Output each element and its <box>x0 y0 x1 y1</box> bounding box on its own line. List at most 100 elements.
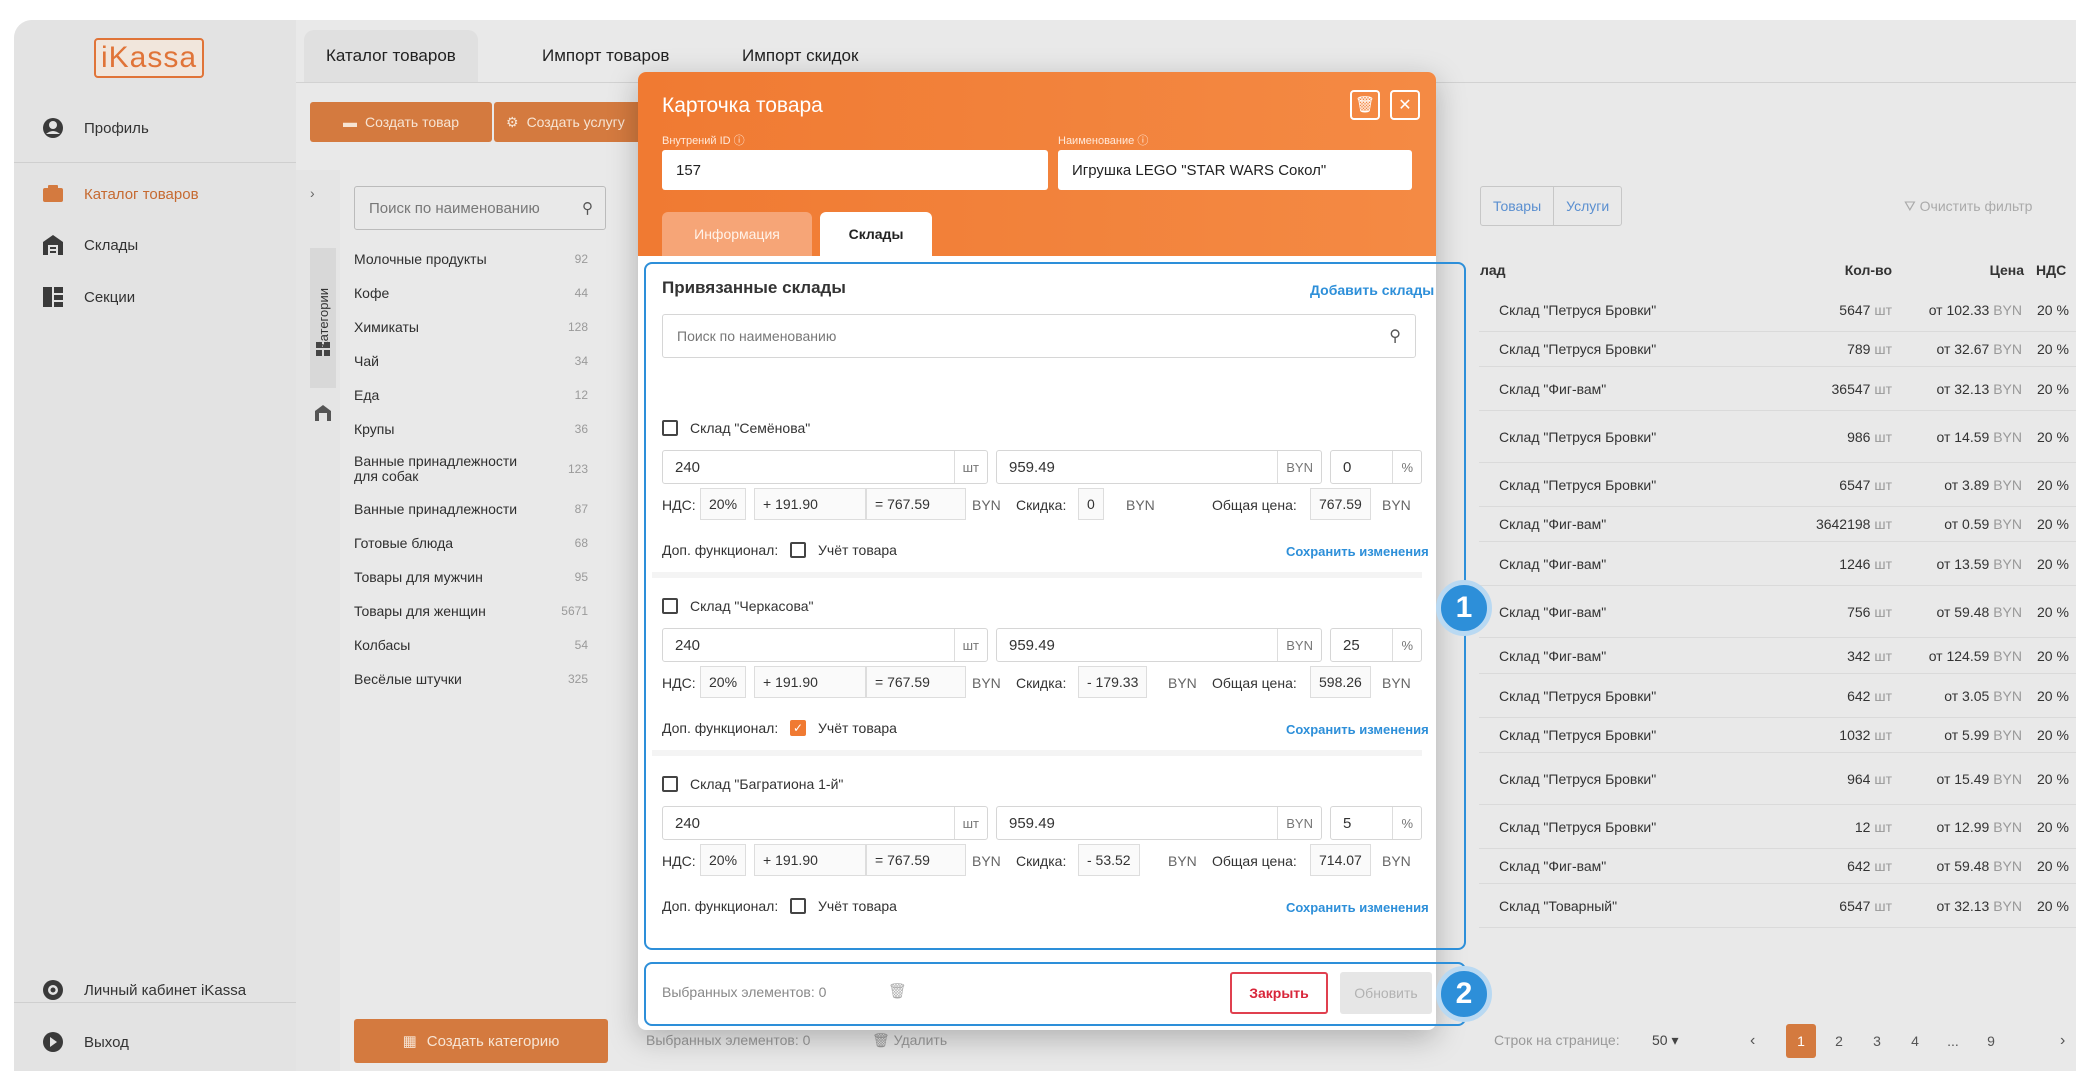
category-name: Ванные принадлежности <box>354 500 518 517</box>
table-row[interactable]: Склад "Фиг-вам" 642 шт от 59.48 BYN 20 % <box>1479 849 2076 884</box>
sidebar-item-cabinet[interactable]: Личный кабинет iKassa <box>14 968 296 1012</box>
sidebar-item-sections[interactable]: Секции <box>14 275 296 319</box>
category-item[interactable]: Колбасы 54 <box>354 628 602 662</box>
callout-outline-2 <box>644 962 1466 1026</box>
category-item[interactable]: Крупы 36 <box>354 412 602 446</box>
categories-vertical-tab[interactable]: Категории <box>310 248 336 388</box>
create-service-button[interactable]: ⚙ Создать услугу <box>494 102 654 142</box>
collapse-chevron-icon[interactable]: › <box>310 185 315 201</box>
sidebar-item-logout[interactable]: Выход <box>14 1020 296 1064</box>
rows-per-page-select[interactable]: 50 ▾ <box>1652 1032 1679 1049</box>
table-row[interactable]: Склад "Петруся Бровки" 642 шт от 3.05 BYN 2… <box>1479 674 2076 718</box>
bg-selected-count: Выбранных элементов: 0 <box>646 1032 811 1048</box>
filter-tab-products[interactable]: Товары <box>1481 187 1555 225</box>
clear-filter-button[interactable]: ⛛ Очистить фильтр <box>1904 198 2032 215</box>
prev-page-icon[interactable]: ‹ <box>1750 1032 1755 1050</box>
sidebar-item-profile[interactable]: Профиль <box>14 106 296 150</box>
price-currency: BYN <box>1993 555 2022 572</box>
price-value: от 14.59 <box>1936 428 1990 445</box>
category-search-input[interactable]: Поиск по наименованию ⚲ <box>354 186 606 230</box>
delete-product-button[interactable]: 🗑 <box>1350 90 1380 120</box>
table-row[interactable]: Склад "Фиг-вам" 342 шт от 124.59 BYN 20 % <box>1479 638 2076 674</box>
category-item[interactable]: Готовые блюда 68 <box>354 526 602 560</box>
create-category-button[interactable]: ▦ Создать категорию <box>354 1019 608 1063</box>
page-button[interactable]: 1 <box>1786 1024 1816 1058</box>
qty-unit: шт <box>1874 380 1892 397</box>
qty-value: 6547 <box>1839 897 1871 914</box>
price-currency: BYN <box>1993 818 2022 835</box>
cell-warehouse: Склад "Фиг-вам" <box>1499 647 1607 664</box>
col-header-price[interactable]: Цена <box>1964 262 2024 278</box>
table-row[interactable]: Склад "Петруся Бровки" 6547 шт от 3.89 BYN… <box>1479 463 2076 507</box>
cell-warehouse: Склад "Фиг-вам" <box>1499 603 1607 620</box>
create-product-button[interactable]: ▬ Создать товар <box>310 102 492 142</box>
page-button[interactable]: 2 <box>1824 1024 1854 1058</box>
qty-unit: шт <box>1874 897 1892 914</box>
col-header-qty[interactable]: Кол-во <box>1832 262 1892 278</box>
page-button[interactable]: ... <box>1938 1024 1968 1058</box>
qty-value: 36547 <box>1831 380 1871 397</box>
category-item[interactable]: Молочные продукты 92 <box>354 242 602 276</box>
create-service-label: Создать услугу <box>526 114 625 130</box>
col-header-warehouse[interactable]: лад <box>1480 262 1506 278</box>
sidebar-item-label: Склады <box>84 236 139 254</box>
tab-info[interactable]: Информация <box>662 212 812 256</box>
table-row[interactable]: Склад "Фиг-вам" 756 шт от 59.48 BYN 20 % <box>1479 586 2076 638</box>
category-item[interactable]: Кофе 44 <box>354 276 602 310</box>
info-icon: ⓘ <box>733 135 745 147</box>
table-row[interactable]: Склад "Петруся Бровки" 986 шт от 14.59 BYN… <box>1479 411 2076 463</box>
category-item[interactable]: Чай 34 <box>354 344 602 378</box>
name-field[interactable]: Игрушка LEGO "STAR WARS Сокол" <box>1058 150 1412 190</box>
filter-tab-services[interactable]: Услуги <box>1554 187 1621 225</box>
table-row[interactable]: Склад "Фиг-вам" 3642198 шт от 0.59 BYN 20 % <box>1479 507 2076 542</box>
cell-vat: 20 % <box>2037 380 2069 397</box>
table-row[interactable]: Склад "Товарный" 6547 шт от 32.13 BYN 20 % <box>1479 884 2076 928</box>
cell-warehouse: Склад "Петруся Бровки" <box>1499 687 1657 704</box>
clear-filter-label: Очистить фильтр <box>1919 198 2033 214</box>
price-value: от 32.13 <box>1936 380 1990 397</box>
category-count: 34 <box>574 354 588 368</box>
price-currency: BYN <box>1993 301 2022 318</box>
qty-unit: шт <box>1874 727 1892 743</box>
category-count: 128 <box>567 320 588 334</box>
table-row[interactable]: Склад "Петруся Бровки" 5647 шт от 102.33 B… <box>1479 288 2076 332</box>
category-item[interactable]: Товары для женщин 5671 <box>354 594 602 628</box>
category-count: 92 <box>574 252 588 266</box>
tab-warehouses[interactable]: Склады <box>820 212 932 256</box>
table-row[interactable]: Склад "Фиг-вам" 1246 шт от 13.59 BYN 20 % <box>1479 542 2076 586</box>
close-modal-button[interactable]: ✕ <box>1390 90 1420 120</box>
cell-warehouse: Склад "Петруся Бровки" <box>1499 341 1657 357</box>
category-count: 12 <box>574 388 588 402</box>
table-row[interactable]: Склад "Петруся Бровки" 12 шт от 12.99 BYN 2… <box>1479 805 2076 849</box>
table-row[interactable]: Склад "Петруся Бровки" 1032 шт от 5.99 BYN… <box>1479 718 2076 753</box>
price-currency: BYN <box>1993 341 2022 357</box>
next-page-icon[interactable]: › <box>2060 1032 2065 1050</box>
category-item[interactable]: Весёлые штучки 325 <box>354 662 602 696</box>
sidebar-item-warehouses[interactable]: Склады <box>14 223 296 267</box>
table-row[interactable]: Склад "Фиг-вам" 36547 шт от 32.13 BYN 20 % <box>1479 367 2076 411</box>
category-item[interactable]: Ванные принадлежности 87 <box>354 492 602 526</box>
cell-qty: 5647 шт <box>1839 302 1892 318</box>
table-row[interactable]: Склад "Петруся Бровки" 789 шт от 32.67 BYN… <box>1479 332 2076 367</box>
logout-icon <box>40 1029 66 1055</box>
cell-price: от 32.13 BYN <box>1936 898 2022 914</box>
category-item[interactable]: Химикаты 128 <box>354 310 602 344</box>
sidebar-item-catalog[interactable]: Каталог товаров <box>14 172 296 216</box>
category-name: Кофе <box>354 284 390 301</box>
cell-qty: 964 шт <box>1847 771 1892 787</box>
page-button[interactable]: 4 <box>1900 1024 1930 1058</box>
category-item[interactable]: Еда 12 <box>354 378 602 412</box>
page-button[interactable]: 9 <box>1976 1024 2006 1058</box>
category-item[interactable]: Ванные принадлежности для собак 123 <box>354 446 602 492</box>
tab-catalog[interactable]: Каталог товаров <box>304 30 478 82</box>
table-row[interactable]: Склад "Петруся Бровки" 964 шт от 15.49 BYN… <box>1479 753 2076 805</box>
col-header-vat[interactable]: НДС <box>2036 262 2066 278</box>
id-field[interactable]: 157 <box>662 150 1048 190</box>
bg-delete-button[interactable]: 🗑 Удалить <box>872 1032 947 1049</box>
category-item[interactable]: Товары для мужчин 95 <box>354 560 602 594</box>
warehouse-filter-icon[interactable] <box>314 404 332 422</box>
callout-outline-1 <box>644 262 1466 950</box>
sidebar-item-label: Секции <box>84 288 136 306</box>
category-name: Колбасы <box>354 636 411 653</box>
page-button[interactable]: 3 <box>1862 1024 1892 1058</box>
